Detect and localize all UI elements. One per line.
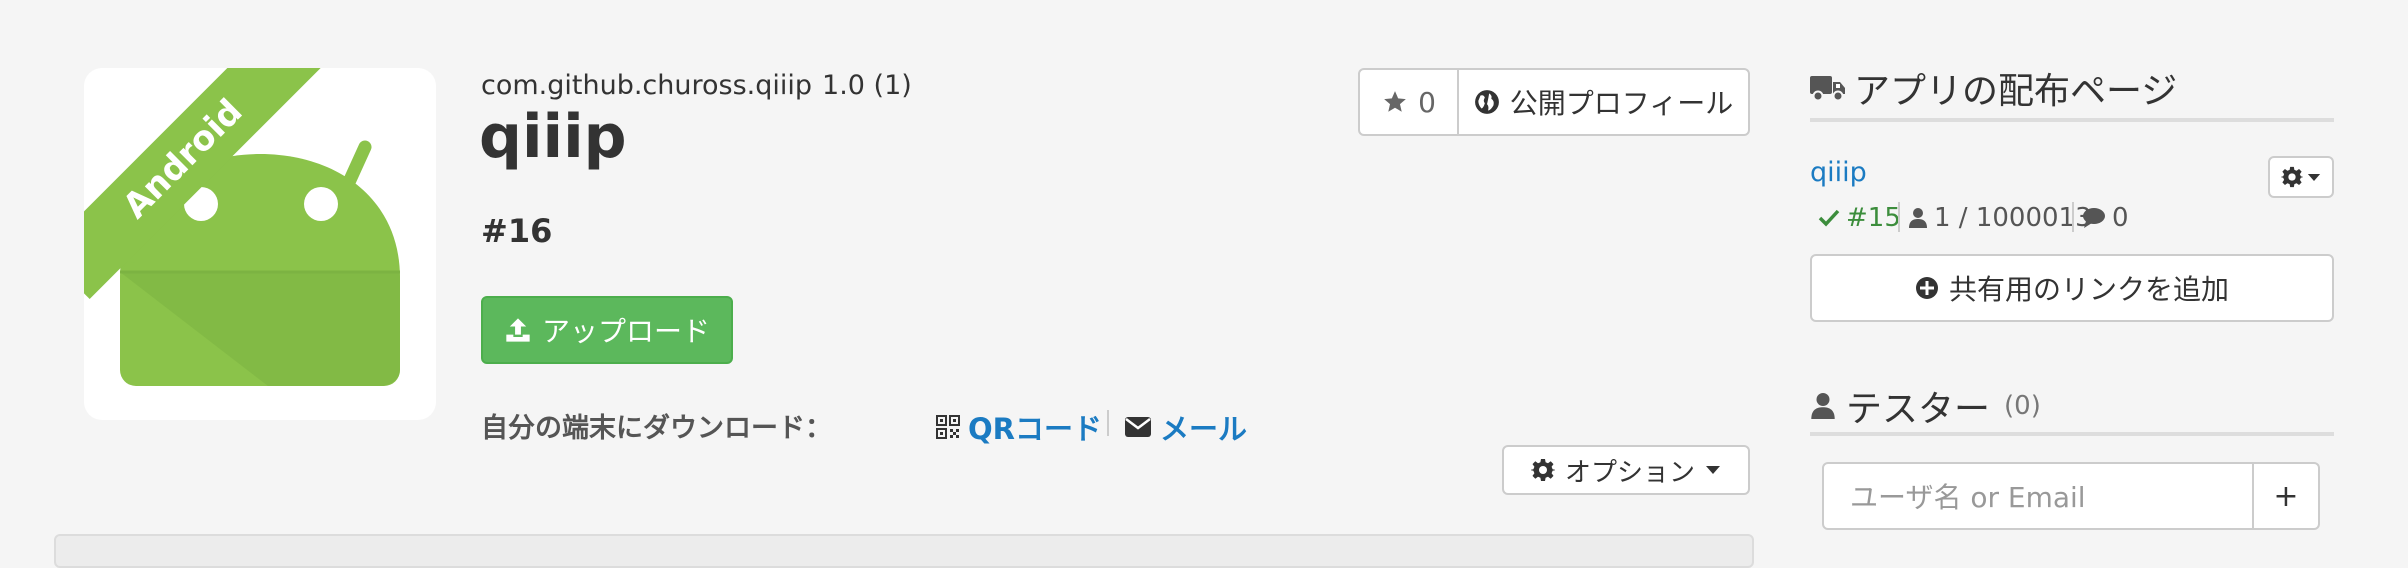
email-label: メール <box>1160 412 1248 446</box>
truck-icon <box>1810 76 1845 102</box>
upload-label: アップロード <box>541 315 710 348</box>
user-icon <box>1811 393 1835 419</box>
caret-down-icon <box>1706 466 1720 474</box>
install-count: 1 / 1000013 <box>1908 203 2092 233</box>
add-share-link-label: 共有用のリンクを追加 <box>1948 273 2229 306</box>
testers-divider <box>1810 432 2334 436</box>
globe-icon <box>1474 90 1499 114</box>
app-version: 1.0 (1) <box>822 70 912 101</box>
testers-heading-text: テスター <box>1846 389 1991 430</box>
qr-code-label: QRコード <box>968 412 1102 446</box>
install-count-value: 1 / 1000013 <box>1934 203 2092 233</box>
download-label: 自分の端末にダウンロード： <box>481 413 832 444</box>
public-profile-label: 公開プロフィール <box>1509 87 1734 120</box>
star-count: 0 <box>1418 85 1436 119</box>
latest-build: #15 <box>1818 203 1901 233</box>
meta-divider <box>1898 202 1900 232</box>
tester-search-input[interactable]: ユーザ名 or Email <box>1822 462 2254 530</box>
star-button[interactable]: 0 <box>1358 68 1460 136</box>
package-name: com.github.chuross.qiiip <box>481 70 813 101</box>
testers-count: (0) <box>2004 391 2041 421</box>
build-number: #16 <box>481 212 553 250</box>
envelope-icon <box>1125 417 1151 437</box>
public-profile-button[interactable]: 公開プロフィール <box>1457 68 1750 136</box>
upload-button[interactable]: アップロード <box>481 296 733 364</box>
distribution-heading: アプリの配布ページ <box>1810 62 2177 114</box>
gear-icon <box>2281 166 2303 188</box>
add-share-link-button[interactable]: 共有用のリンクを追加 <box>1810 254 2334 322</box>
distribution-heading-text: アプリの配布ページ <box>1854 71 2178 112</box>
qr-code-link[interactable]: QRコード <box>936 406 1102 448</box>
upload-icon <box>506 318 530 342</box>
distribution-page-link[interactable]: qiiip <box>1810 157 1867 188</box>
gear-icon <box>1530 459 1555 481</box>
add-tester-label: + <box>2273 478 2299 514</box>
qr-code-icon <box>936 415 960 439</box>
distribution-settings-button[interactable] <box>2268 156 2334 198</box>
app-icon: Android <box>84 68 436 420</box>
email-link[interactable]: メール <box>1124 406 1247 448</box>
check-icon <box>1818 209 1840 227</box>
comment-count-value: 0 <box>2112 203 2129 233</box>
user-icon <box>1909 208 1927 228</box>
comment-icon <box>2083 208 2105 228</box>
content-panel <box>54 534 1754 568</box>
latest-build-number: #15 <box>1846 203 1901 233</box>
meta-divider <box>2072 202 2074 232</box>
add-tester-button[interactable]: + <box>2252 462 2320 530</box>
comment-count: 0 <box>2082 203 2129 233</box>
platform-badge: Android <box>84 68 324 300</box>
download-divider <box>1107 410 1109 436</box>
distribution-divider <box>1810 118 2334 122</box>
caret-down-icon <box>2307 173 2321 181</box>
app-title: qiiip <box>479 102 627 172</box>
tester-input-placeholder: ユーザ名 or Email <box>1850 481 2086 514</box>
testers-heading: テスター (0) <box>1810 380 2041 432</box>
package-info: com.github.chuross.qiiip 1.0 (1) <box>481 70 912 101</box>
options-label: オプション <box>1564 457 1695 488</box>
plus-circle-icon <box>1915 277 1938 299</box>
options-dropdown-button[interactable]: オプション <box>1502 445 1750 495</box>
star-icon <box>1384 91 1406 112</box>
